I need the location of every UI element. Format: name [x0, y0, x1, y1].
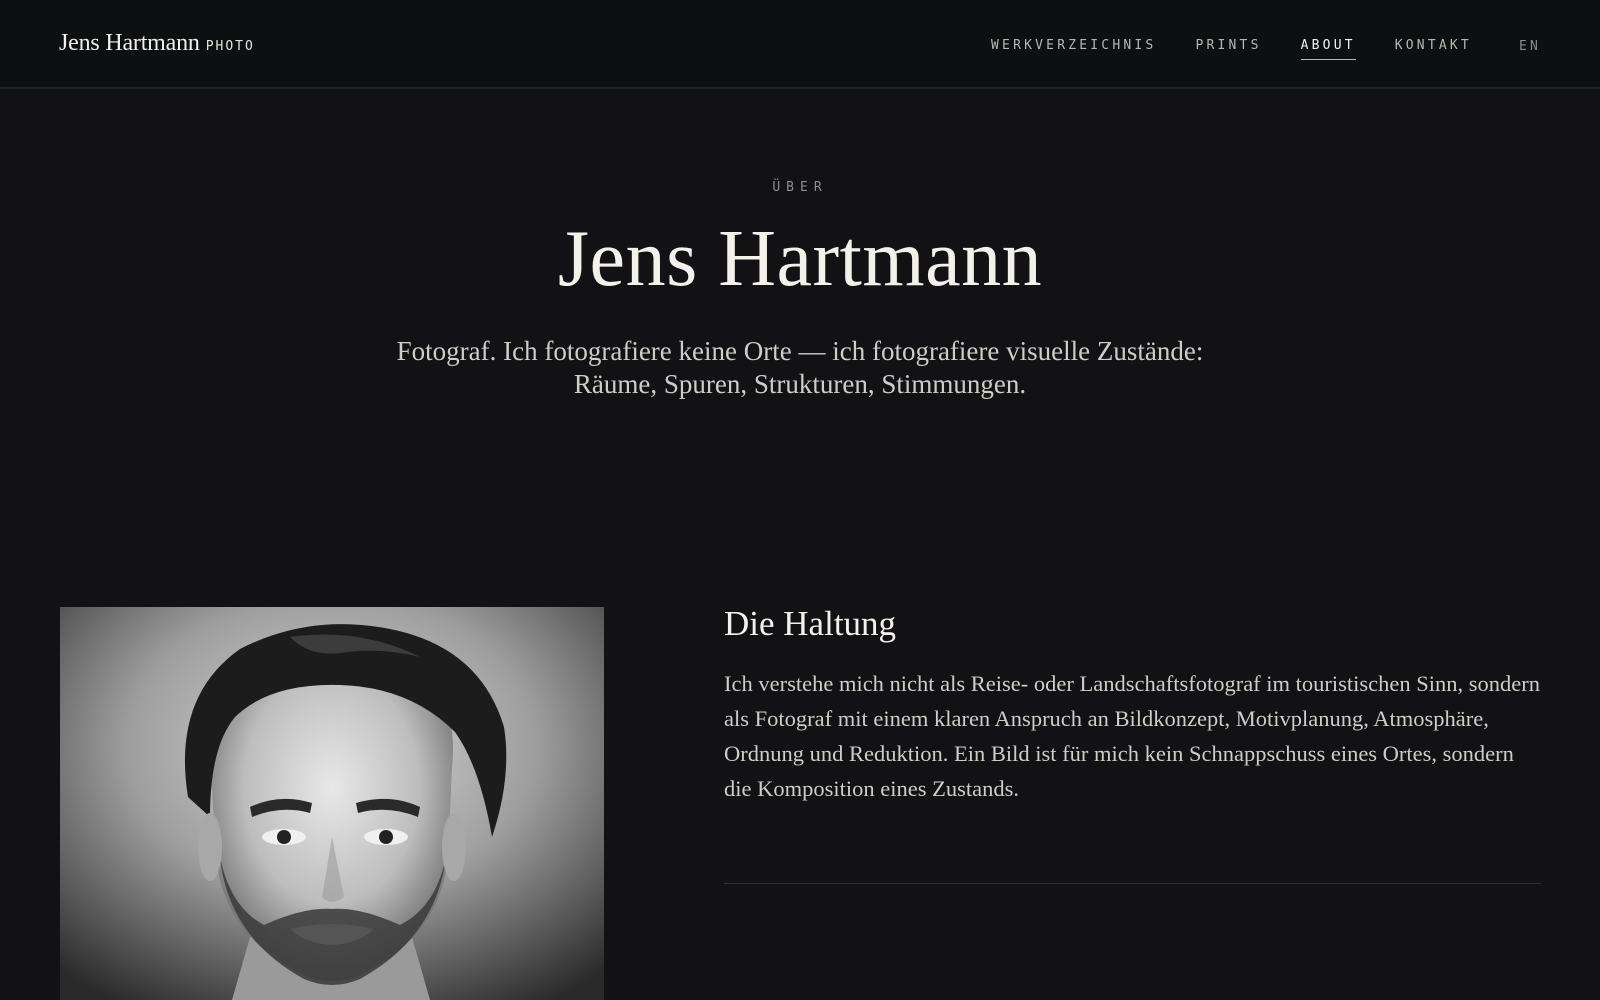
- about-text-column: Die Haltung Ich verstehe mich nicht als …: [724, 604, 1541, 806]
- portrait-illustration: [60, 607, 604, 1000]
- nav-item-prints[interactable]: PRINTS: [1195, 38, 1261, 60]
- nav-item-about[interactable]: ABOUT: [1300, 38, 1356, 60]
- brand-logo-link[interactable]: Jens Hartmann PHOTO: [59, 30, 255, 57]
- hero-eyebrow: ÜBER: [772, 180, 828, 195]
- site-header: Jens Hartmann PHOTO WERKVERZEICHNIS PRIN…: [0, 0, 1600, 89]
- section-body: Ich verstehe mich nicht als Reise- oder …: [724, 671, 1541, 802]
- section-divider: [724, 883, 1541, 884]
- nav-item-kontakt[interactable]: KONTAKT: [1395, 38, 1472, 60]
- hero-subtitle: Fotograf. Ich fotografiere keine Orte — …: [396, 336, 1204, 399]
- hero-section: ÜBER Jens Hartmann Fotograf. Ich fotogra…: [0, 180, 1600, 401]
- brand-tag: PHOTO: [205, 39, 255, 54]
- brand-name: Jens Hartmann: [59, 30, 200, 56]
- portrait-photo: [60, 607, 604, 1000]
- main-nav: WERKVERZEICHNIS PRINTS ABOUT KONTAKT EN: [952, 38, 1541, 60]
- language-switch[interactable]: EN: [1519, 39, 1541, 60]
- nav-item-werkverzeichnis[interactable]: WERKVERZEICHNIS: [991, 38, 1156, 60]
- page-title: Jens Hartmann: [557, 215, 1043, 303]
- section-heading: Die Haltung: [724, 604, 897, 643]
